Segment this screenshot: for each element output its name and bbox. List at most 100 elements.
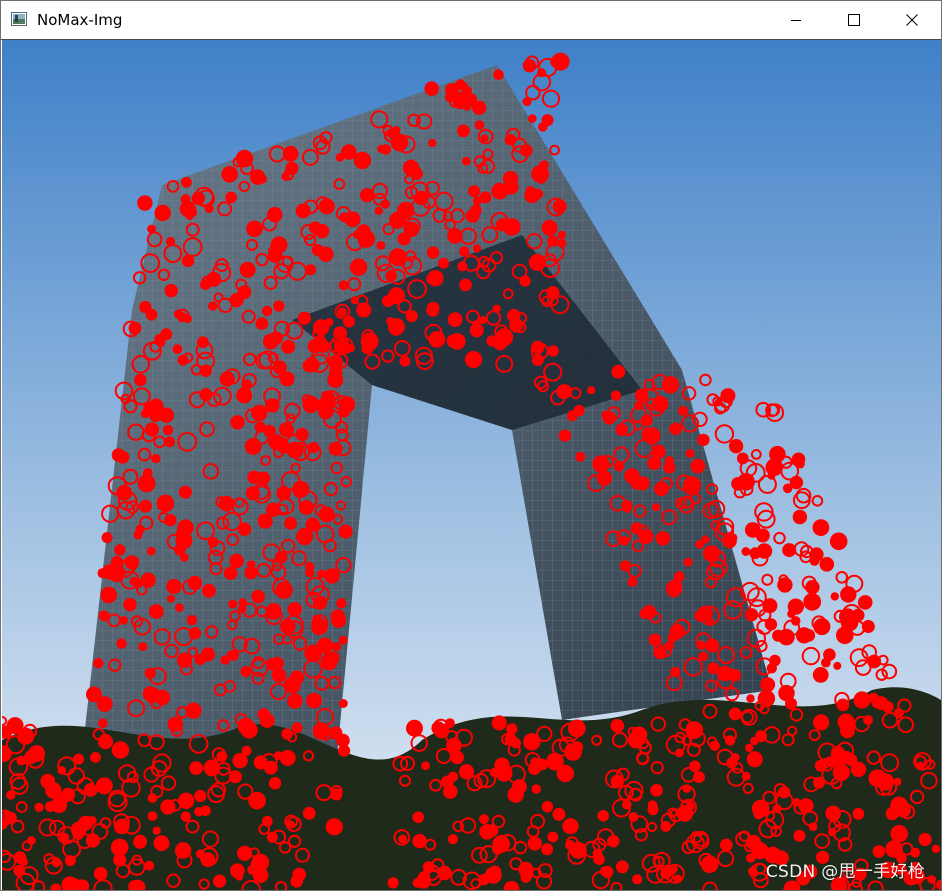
marker-circle — [279, 371, 295, 387]
marker-circle — [387, 877, 399, 889]
marker-circle — [682, 476, 701, 495]
image-window-icon — [11, 12, 27, 26]
marker-circle — [240, 666, 252, 678]
marker-circle — [308, 221, 322, 234]
marker-circle — [805, 580, 820, 595]
marker-circle — [663, 461, 676, 474]
marker-circle — [123, 597, 137, 612]
marker-circle — [86, 686, 102, 703]
marker-circle — [57, 766, 67, 775]
marker-circle — [796, 627, 813, 644]
marker-circle — [114, 544, 126, 556]
marker-circle — [627, 577, 638, 587]
marker-circle — [264, 760, 278, 775]
marker-circle — [844, 753, 858, 766]
marker-circle — [547, 345, 559, 357]
marker-circle — [305, 264, 317, 276]
minimize-icon — [791, 20, 801, 21]
marker-circle — [228, 770, 242, 784]
marker-circle — [726, 757, 738, 769]
marker-circle — [317, 569, 326, 579]
marker-circle — [746, 694, 755, 703]
marker-circle — [675, 748, 684, 758]
marker-circle — [312, 722, 330, 740]
marker-circle — [167, 716, 184, 732]
marker-circle — [160, 799, 176, 815]
marker-circle — [745, 834, 762, 851]
marker-circle — [547, 831, 559, 843]
marker-circle — [916, 761, 926, 771]
marker-circle — [167, 594, 175, 603]
marker-circle — [459, 246, 470, 257]
marker-circle — [872, 845, 886, 858]
marker-circle — [144, 860, 155, 871]
marker-circle — [241, 745, 252, 756]
marker-circle — [531, 340, 545, 355]
marker-circle — [152, 826, 161, 835]
marker-circle — [138, 642, 148, 652]
marker-circle — [654, 481, 669, 497]
marker-circle — [265, 398, 280, 413]
marker-circle — [145, 308, 158, 321]
marker-circle — [465, 209, 480, 223]
marker-circle — [881, 701, 894, 713]
marker-circle — [328, 441, 343, 456]
marker-circle — [262, 333, 279, 350]
marker-circle — [164, 514, 177, 527]
marker-circle — [457, 124, 470, 138]
marker-circle — [353, 151, 371, 170]
marker-circle — [337, 307, 348, 318]
marker-circle — [188, 627, 202, 640]
marker-circle — [390, 133, 409, 152]
marker-circle — [683, 557, 693, 567]
marker-circle — [338, 396, 356, 413]
marker-circle — [762, 598, 778, 614]
marker-circle — [694, 610, 706, 622]
marker-circle — [853, 691, 871, 709]
marker-circle — [24, 750, 38, 765]
marker-circle — [527, 836, 542, 851]
marker-circle — [175, 603, 184, 612]
marker-circle — [457, 261, 468, 272]
marker-circle — [696, 640, 706, 650]
marker-circle — [336, 598, 347, 609]
marker-circle — [673, 874, 683, 884]
maximize-button[interactable] — [825, 1, 883, 39]
marker-circle — [479, 316, 488, 325]
marker-circle — [651, 503, 661, 512]
marker-circle — [281, 339, 296, 354]
marker-circle — [528, 253, 547, 271]
marker-circle — [556, 764, 574, 783]
marker-circle — [615, 423, 628, 436]
marker-circle — [495, 764, 513, 782]
marker-circle — [147, 811, 158, 821]
marker-circle — [241, 379, 252, 390]
marker-circle — [45, 782, 62, 799]
marker-circle — [292, 867, 307, 882]
marker-circle — [287, 602, 303, 617]
minimize-button[interactable] — [767, 1, 825, 39]
marker-circle — [101, 532, 113, 544]
marker-circle — [813, 714, 830, 731]
marker-circle — [149, 398, 164, 413]
marker-circle — [655, 531, 671, 546]
marker-circle — [624, 468, 640, 484]
marker-circle — [741, 547, 751, 556]
marker-circle — [931, 844, 941, 854]
marker-circle — [546, 286, 560, 299]
marker-circle — [228, 599, 238, 609]
window-title: NoMax-Img — [37, 11, 123, 29]
marker-circle — [863, 715, 873, 725]
marker-circle — [793, 601, 804, 612]
marker-circle — [338, 280, 349, 291]
marker-circle — [237, 845, 253, 861]
marker-circle — [412, 833, 427, 849]
marker-circle — [619, 560, 632, 572]
marker-circle — [148, 604, 164, 619]
marker-circle — [325, 818, 343, 836]
title-bar[interactable]: NoMax-Img — [1, 1, 941, 40]
close-button[interactable] — [883, 1, 941, 39]
marker-circle — [13, 864, 26, 877]
marker-circle — [244, 438, 262, 455]
marker-circle — [660, 821, 672, 832]
